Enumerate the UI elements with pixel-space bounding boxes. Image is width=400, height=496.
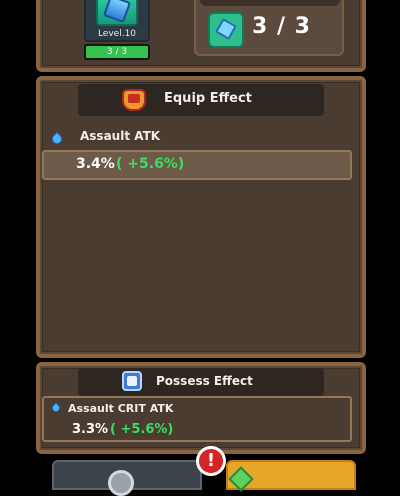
equip-stat-bonus: ( +5.6%) [116,156,185,172]
count-text: 3 / 3 [252,14,311,39]
shield-inner-icon [127,376,137,386]
medal-inner-icon [128,94,140,103]
right-margin [366,0,400,480]
possess-stat-name: Assault CRIT ATK [68,402,174,415]
possess-effect-title: Possess Effect [156,374,253,388]
possess-stat-value: 3.3% [72,422,109,437]
possess-stat-bonus: ( +5.6%) [110,422,174,437]
count-label-strip [200,0,340,6]
equip-effect-title: Equip Effect [164,91,252,106]
card-level: Level.10 [97,29,137,39]
equip-stat-value: 3.4% [76,156,115,172]
gear-icon [108,470,134,496]
equip-effect-panel [36,76,366,358]
card-progress-text: 3 / 3 [106,47,128,57]
card-progress-bar: 3 / 3 [84,44,150,60]
alert-badge: ! [196,446,226,476]
left-margin [0,0,36,480]
equip-stat-name: Assault ATK [80,129,161,143]
